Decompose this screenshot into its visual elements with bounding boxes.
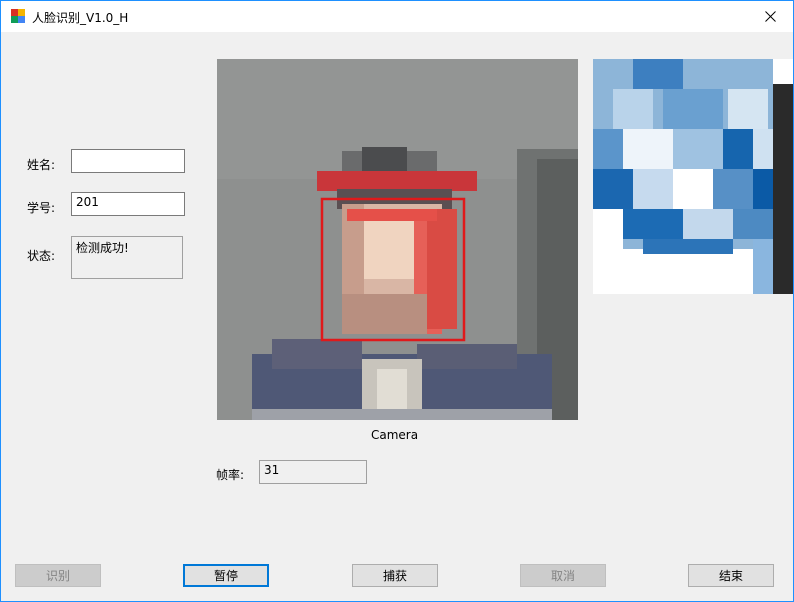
recognize-button[interactable]: 识别 xyxy=(15,564,101,587)
student-id-value: 201 xyxy=(76,195,99,209)
main-window: 人脸识别_V1.0_H 姓名: 学号: 201 状态: 检测成功! Camera… xyxy=(0,0,794,602)
end-button[interactable]: 结束 xyxy=(688,564,774,587)
camera-view xyxy=(217,59,578,420)
student-id-field[interactable]: 201 xyxy=(71,192,185,216)
fps-field: 31 xyxy=(259,460,367,484)
status-field: 检测成功! xyxy=(71,236,183,279)
close-button[interactable] xyxy=(747,1,793,32)
fps-label: 帧率: xyxy=(216,468,245,482)
window-title: 人脸识别_V1.0_H xyxy=(32,11,129,25)
camera-caption: Camera xyxy=(371,428,419,442)
student-id-label: 学号: xyxy=(27,201,56,215)
camera-frame-image xyxy=(217,59,578,420)
name-field[interactable] xyxy=(71,149,185,173)
title-bar[interactable]: 人脸识别_V1.0_H xyxy=(1,1,793,32)
status-value: 检测成功! xyxy=(76,241,129,255)
pause-button[interactable]: 暂停 xyxy=(183,564,269,587)
cancel-button[interactable]: 取消 xyxy=(520,564,606,587)
fps-value: 31 xyxy=(264,463,280,477)
app-icon xyxy=(11,9,25,23)
close-icon xyxy=(764,11,776,22)
captured-photo xyxy=(593,59,793,294)
status-label: 状态: xyxy=(27,249,56,263)
capture-button[interactable]: 捕获 xyxy=(352,564,438,587)
name-label: 姓名: xyxy=(27,158,56,172)
